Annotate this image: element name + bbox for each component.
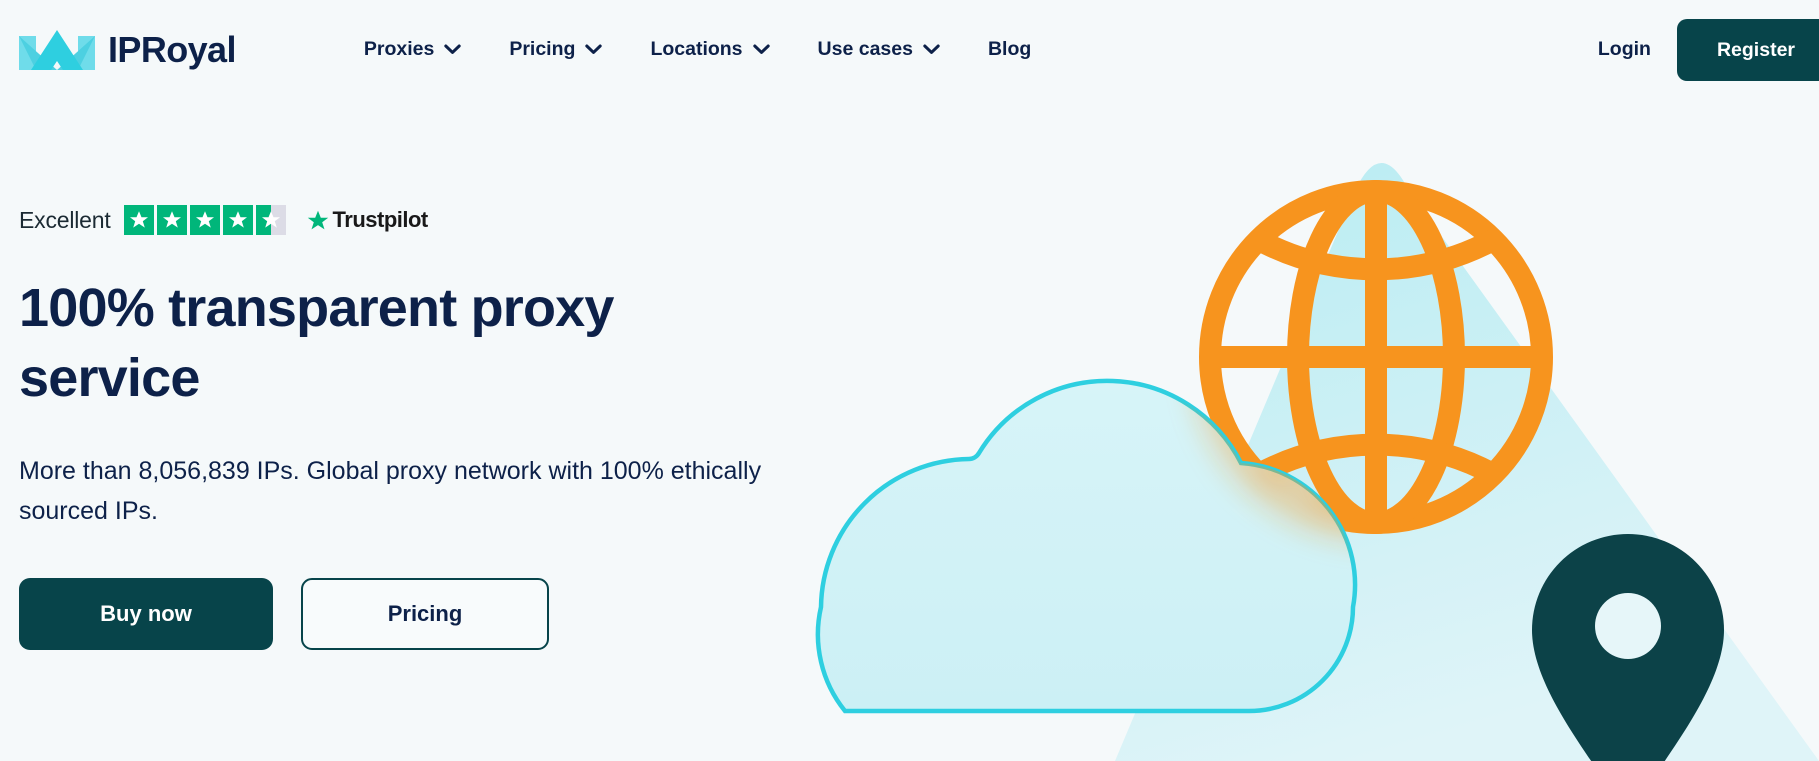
page-title: 100% transparent proxy service	[19, 278, 614, 408]
trustpilot-logo-text: Trustpilot	[332, 207, 429, 232]
nav-item-label: Proxies	[363, 38, 435, 60]
buy-now-button[interactable]: Buy now	[19, 578, 273, 650]
hero-section: Excellent Trustpilot 100% transparent pr…	[19, 205, 839, 650]
trustpilot-star-icon	[189, 205, 220, 235]
globe-icon	[1199, 180, 1553, 534]
login-link[interactable]: Login	[1572, 28, 1677, 71]
trustpilot-half-star-icon	[255, 205, 286, 235]
hero-subtext: More than 8,056,839 IPs. Global proxy ne…	[19, 457, 762, 525]
trustpilot-star-icon	[222, 205, 253, 235]
logo-text: IPRoyal	[108, 28, 236, 70]
page-root: IPRoyal Proxies Pricing Locations Use ca…	[0, 0, 1819, 761]
main-navigation: Proxies Pricing Locations Use cases Blog	[340, 28, 1055, 71]
nav-item-label: Pricing	[509, 38, 576, 60]
pricing-button[interactable]: Pricing	[301, 578, 549, 650]
logo-home-link[interactable]: IPRoyal	[19, 22, 236, 78]
mountain-shape-icon	[1115, 163, 1819, 761]
header-actions: Login Register	[1572, 0, 1819, 99]
chevron-down-icon	[923, 44, 940, 54]
trustpilot-stars	[123, 205, 286, 235]
trustpilot-star-icon	[307, 210, 328, 229]
nav-item-label: Locations	[650, 38, 743, 60]
trustpilot-rating-word: Excellent	[19, 206, 111, 233]
nav-item-label: Use cases	[817, 38, 913, 60]
chevron-down-icon	[752, 44, 770, 54]
register-button[interactable]: Register	[1676, 18, 1819, 81]
nav-item-blog[interactable]: Blog	[964, 28, 1055, 71]
nav-item-locations[interactable]: Locations	[626, 28, 793, 71]
nav-item-label: Blog	[987, 38, 1032, 60]
hero-illustration	[759, 99, 1819, 761]
trustpilot-logo: Trustpilot	[307, 207, 428, 233]
nav-item-pricing[interactable]: Pricing	[485, 28, 626, 71]
trustpilot-star-icon	[123, 205, 154, 235]
crown-logo-icon	[19, 29, 95, 70]
nav-item-proxies[interactable]: Proxies	[340, 28, 485, 71]
trustpilot-rating-widget[interactable]: Excellent Trustpilot	[19, 205, 839, 235]
trustpilot-star-icon	[156, 205, 187, 235]
nav-item-use-cases[interactable]: Use cases	[794, 28, 964, 71]
cloud-icon	[815, 378, 1358, 714]
hero-cta-row: Buy now Pricing	[19, 578, 839, 650]
map-pin-icon	[1532, 534, 1724, 761]
chevron-down-icon	[444, 44, 462, 54]
site-header: IPRoyal Proxies Pricing Locations Use ca…	[0, 0, 1819, 99]
chevron-down-icon	[585, 44, 603, 54]
